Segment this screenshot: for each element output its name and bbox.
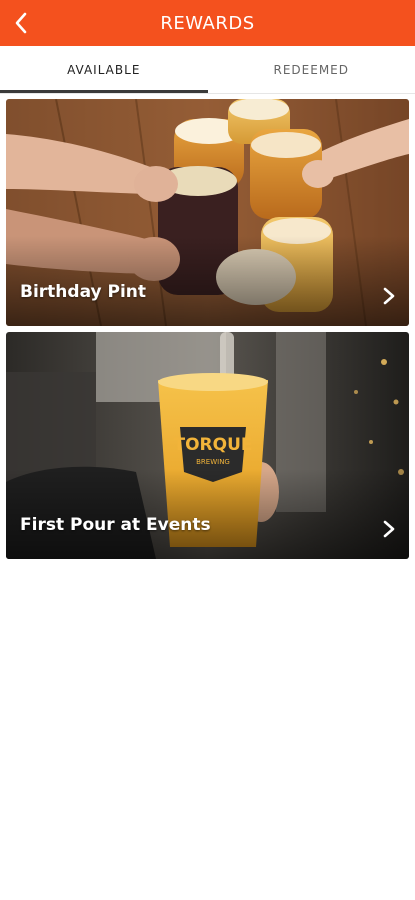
app-header: REWARDS — [0, 0, 415, 46]
reward-card-first-pour[interactable]: TORQUE BREWING First Pour at Events — [6, 332, 409, 559]
tab-available[interactable]: AVAILABLE — [0, 46, 208, 94]
tab-bar: AVAILABLE REDEEMED — [0, 46, 415, 94]
reward-card-birthday-pint[interactable]: Birthday Pint — [6, 99, 409, 326]
chevron-left-icon — [15, 12, 27, 34]
card-shade — [6, 236, 409, 326]
back-button[interactable] — [6, 9, 36, 37]
tab-divider — [0, 93, 415, 94]
tab-redeemed[interactable]: REDEEMED — [208, 46, 415, 94]
page-title: REWARDS — [160, 12, 255, 34]
reward-title: First Pour at Events — [20, 515, 211, 535]
brand-logo-text: TORQUE — [173, 435, 252, 455]
chevron-right-icon — [383, 287, 395, 305]
chevron-right-icon — [383, 520, 395, 538]
reward-title: Birthday Pint — [20, 282, 147, 302]
card-shade — [6, 469, 409, 559]
brand-sub-text: BREWING — [196, 458, 230, 466]
